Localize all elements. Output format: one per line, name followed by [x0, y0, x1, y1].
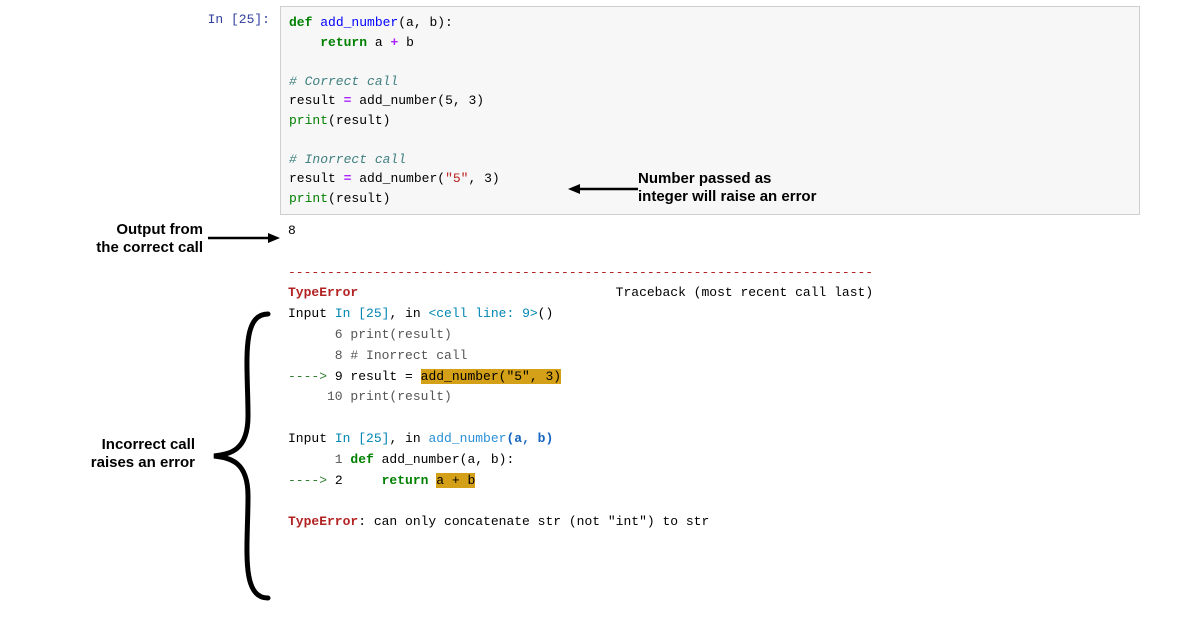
annotation-right-line1: Number passed as	[638, 170, 771, 187]
annotation-error-line1: Incorrect call	[102, 436, 195, 453]
comment-incorrect: # Inorrect call	[289, 152, 406, 167]
trace1-in: In [25]	[335, 306, 390, 321]
final-error-type: TypeError	[288, 514, 358, 529]
annotation-error: Incorrect call raises an error	[40, 436, 195, 472]
call2-fn: add_number	[359, 171, 437, 186]
print2: print	[289, 191, 328, 206]
annotation-error-line2: raises an error	[91, 454, 195, 471]
arrow-right-icon	[568, 181, 638, 197]
trace2-tail: , in	[389, 431, 428, 446]
def-line2-hl: a + b	[436, 473, 475, 488]
print2-args: (result)	[328, 191, 390, 206]
annotation-output-line2: the correct call	[96, 239, 203, 256]
trace2-input: Input	[288, 431, 327, 446]
def-line1-def: def	[350, 452, 373, 467]
arrow-9: ---->	[288, 369, 327, 384]
traceback-label: Traceback (most recent call last)	[616, 285, 873, 300]
line9-pre: result =	[350, 369, 420, 384]
annotation-right: Number passed as integer will raise an e…	[638, 170, 816, 206]
trace2-args: (a, b)	[506, 431, 553, 446]
params: (a, b):	[398, 15, 453, 30]
expr-b: b	[406, 35, 414, 50]
def-line2-num: 2	[327, 473, 382, 488]
call1-fn: add_number	[359, 93, 437, 108]
trace2-in: In [25]	[335, 431, 390, 446]
output-area: 8 --------------------------------------…	[280, 215, 1160, 539]
annotation-right-line2: integer will raise an error	[638, 188, 816, 205]
print1-args: (result)	[328, 113, 390, 128]
trace2-func: add_number	[428, 431, 506, 446]
arrow-output-icon	[208, 230, 280, 246]
keyword-def: def	[289, 15, 312, 30]
error-separator: ----------------------------------------…	[288, 265, 873, 280]
def-line1-name: add_number(a, b):	[374, 452, 514, 467]
assign2: result	[289, 171, 336, 186]
func-name: add_number	[320, 15, 398, 30]
eq-op-2: =	[344, 171, 352, 186]
line6: 6 print(result)	[288, 327, 452, 342]
call2-rest: , 3)	[468, 171, 499, 186]
trace1-loc: <cell line: 9>	[428, 306, 537, 321]
arrow-2: ---->	[288, 473, 327, 488]
line9-hl: add_number("5", 3)	[421, 369, 561, 384]
brace-icon	[200, 306, 280, 606]
expr-a: a	[375, 35, 383, 50]
line8: 8 # Inorrect call	[288, 348, 467, 363]
trace1-input: Input	[288, 306, 327, 321]
def-line2-return: return	[382, 473, 429, 488]
trace1-tail: , in	[389, 306, 428, 321]
call2-str: "5"	[445, 171, 468, 186]
comment-correct: # Correct call	[289, 74, 398, 89]
final-error-msg: : can only concatenate str (not "int") t…	[358, 514, 709, 529]
annotation-output-line1: Output from	[116, 221, 203, 238]
eq-op: =	[344, 93, 352, 108]
annotation-output: Output from the correct call	[73, 221, 203, 257]
error-type: TypeError	[288, 285, 358, 300]
call1-args: (5, 3)	[437, 93, 484, 108]
assign1: result	[289, 93, 336, 108]
line10: 10 print(result)	[288, 389, 452, 404]
print1: print	[289, 113, 328, 128]
def-line1-num: 1	[288, 452, 350, 467]
trace1-loc-tail: ()	[538, 306, 554, 321]
plus-op: +	[390, 35, 398, 50]
line9-num: 9	[327, 369, 350, 384]
call2-open: (	[437, 171, 445, 186]
keyword-return: return	[320, 35, 367, 50]
correct-output: 8	[288, 223, 296, 238]
input-prompt: In [25]:	[0, 6, 280, 27]
